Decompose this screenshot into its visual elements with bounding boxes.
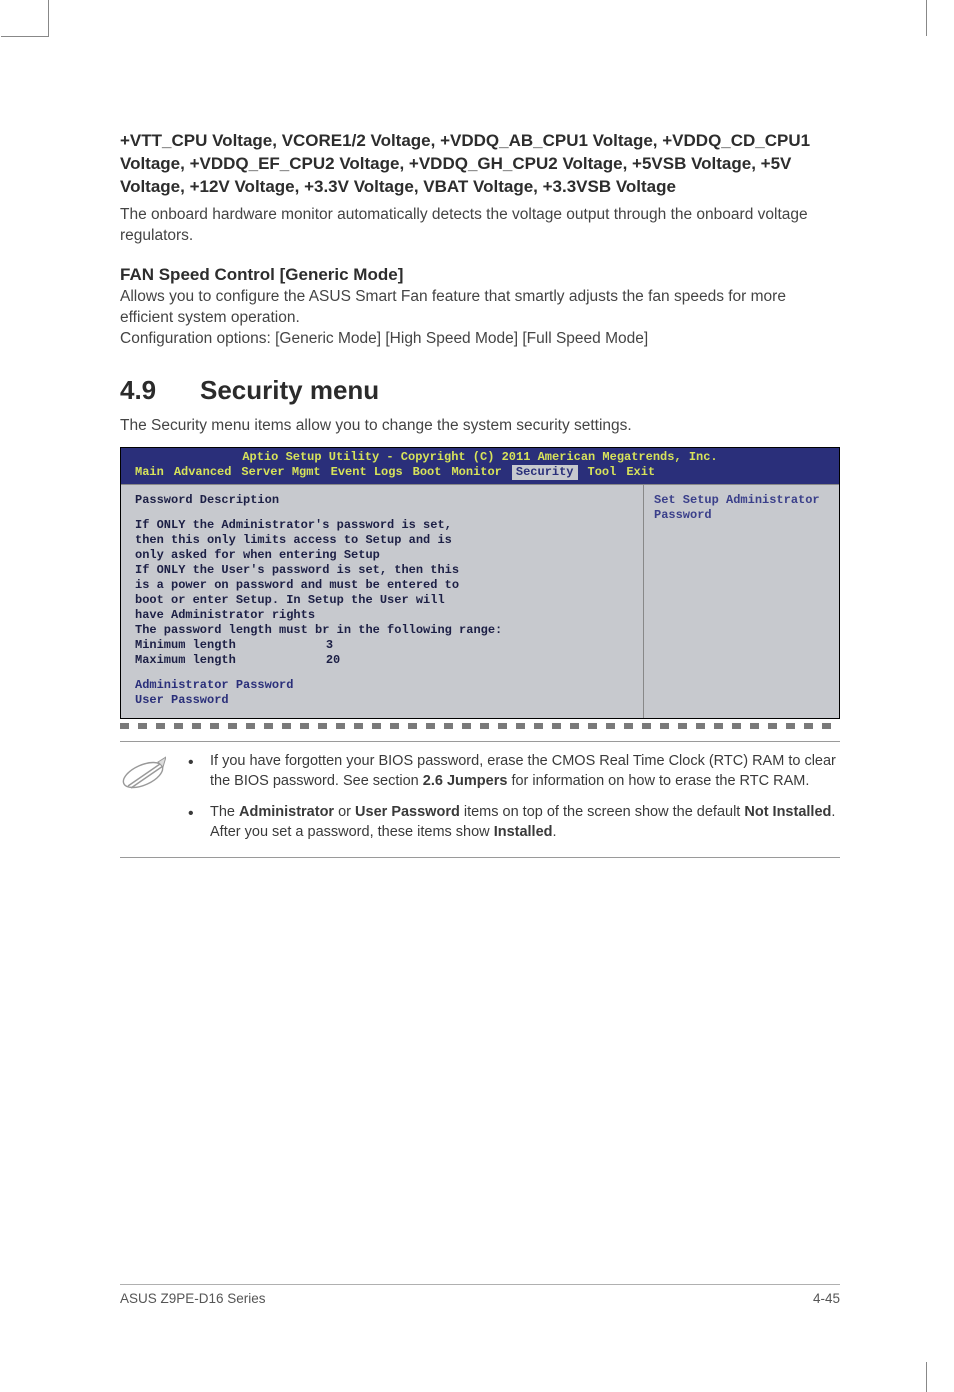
dashed-separator	[120, 723, 840, 729]
bios-user-password[interactable]: User Password	[135, 693, 633, 708]
bios-tab-event-logs[interactable]: Event Logs	[331, 465, 403, 480]
bios-min-val: 3	[326, 638, 333, 652]
note-2-f: Not Installed	[744, 804, 831, 820]
bios-tab-main[interactable]: Main	[135, 465, 164, 480]
voltage-body: The onboard hardware monitor automatical…	[120, 205, 840, 247]
note-2-d: User Password	[355, 804, 460, 820]
note-2-c: or	[334, 804, 355, 820]
bios-tab-advanced[interactable]: Advanced	[174, 465, 232, 480]
bios-max-val: 20	[326, 653, 340, 667]
crop-mark-tl	[48, 0, 68, 36]
chapter-title: 4.9Security menu	[120, 375, 840, 406]
bios-admin-password[interactable]: Administrator Password	[135, 678, 633, 693]
note-block: If you have forgotten your BIOS password…	[120, 741, 840, 857]
bios-tab-monitor[interactable]: Monitor	[451, 465, 501, 480]
crop-mark-br	[926, 1362, 954, 1392]
bios-screenshot: Aptio Setup Utility - Copyright (C) 2011…	[120, 447, 840, 719]
bios-min-label: Minimum length	[135, 638, 236, 652]
note-item-2: The Administrator or User Password items…	[188, 803, 840, 842]
bios-max-label: Maximum length	[135, 653, 236, 667]
fan-body-1: Allows you to configure the ASUS Smart F…	[120, 287, 840, 329]
note-1-text-c: for information on how to erase the RTC …	[507, 773, 809, 789]
chapter-intro: The Security menu items allow you to cha…	[120, 416, 840, 437]
bios-desc-line: If ONLY the User's password is set, then…	[135, 563, 633, 578]
note-1-bold: 2.6 Jumpers	[423, 773, 508, 789]
bios-tab-security[interactable]: Security	[512, 465, 578, 480]
note-2-e: items on top of the screen show the defa…	[460, 804, 745, 820]
footer-right: 4-45	[813, 1291, 840, 1306]
note-item-1: If you have forgotten your BIOS password…	[188, 752, 840, 791]
bios-tab-server-mgmt[interactable]: Server Mgmt	[241, 465, 320, 480]
fan-body-2: Configuration options: [Generic Mode] [H…	[120, 329, 840, 350]
bios-tabs: Main Advanced Server Mgmt Event Logs Boot Mon…	[121, 465, 839, 484]
bios-left-pane: Password Description If ONLY the Adminis…	[121, 485, 644, 718]
note-2-b: Administrator	[239, 804, 334, 820]
bios-title: Aptio Setup Utility - Copyright (C) 2011…	[121, 448, 839, 465]
bios-desc-line: have Administrator rights	[135, 608, 633, 623]
note-2-a: The	[210, 804, 239, 820]
bios-desc-line: boot or enter Setup. In Setup the User w…	[135, 593, 633, 608]
chapter-number: 4.9	[120, 375, 200, 406]
bios-tab-exit[interactable]: Exit	[626, 465, 655, 480]
note-list: If you have forgotten your BIOS password…	[188, 752, 840, 842]
bios-pw-desc-heading: Password Description	[135, 493, 633, 508]
page-footer: ASUS Z9PE-D16 Series 4-45	[120, 1284, 840, 1306]
bios-desc-line: is a power on password and must be enter…	[135, 578, 633, 593]
chapter-name: Security menu	[200, 375, 379, 405]
bios-desc-line: The password length must br in the follo…	[135, 623, 633, 638]
bios-right-pane: Set Setup Administrator Password	[644, 485, 839, 718]
bios-tab-boot[interactable]: Boot	[413, 465, 442, 480]
page-content: +VTT_CPU Voltage, VCORE1/2 Voltage, +VDD…	[120, 130, 840, 858]
bios-body: Password Description If ONLY the Adminis…	[121, 484, 839, 718]
voltage-heading: +VTT_CPU Voltage, VCORE1/2 Voltage, +VDD…	[120, 130, 840, 199]
note-2-i: .	[553, 824, 557, 840]
bios-desc-line: If ONLY the Administrator's password is …	[135, 518, 633, 533]
bios-desc-line: then this only limits access to Setup an…	[135, 533, 633, 548]
note-2-h: Installed	[494, 824, 553, 840]
crop-mark-tr	[926, 0, 954, 36]
bios-tab-tool[interactable]: Tool	[588, 465, 617, 480]
fan-heading: FAN Speed Control [Generic Mode]	[120, 265, 840, 285]
bios-help-1: Set Setup Administrator	[654, 493, 829, 508]
footer-left: ASUS Z9PE-D16 Series	[120, 1291, 266, 1306]
note-icon	[120, 756, 166, 794]
bios-help-2: Password	[654, 508, 829, 523]
bios-desc-line: only asked for when entering Setup	[135, 548, 633, 563]
